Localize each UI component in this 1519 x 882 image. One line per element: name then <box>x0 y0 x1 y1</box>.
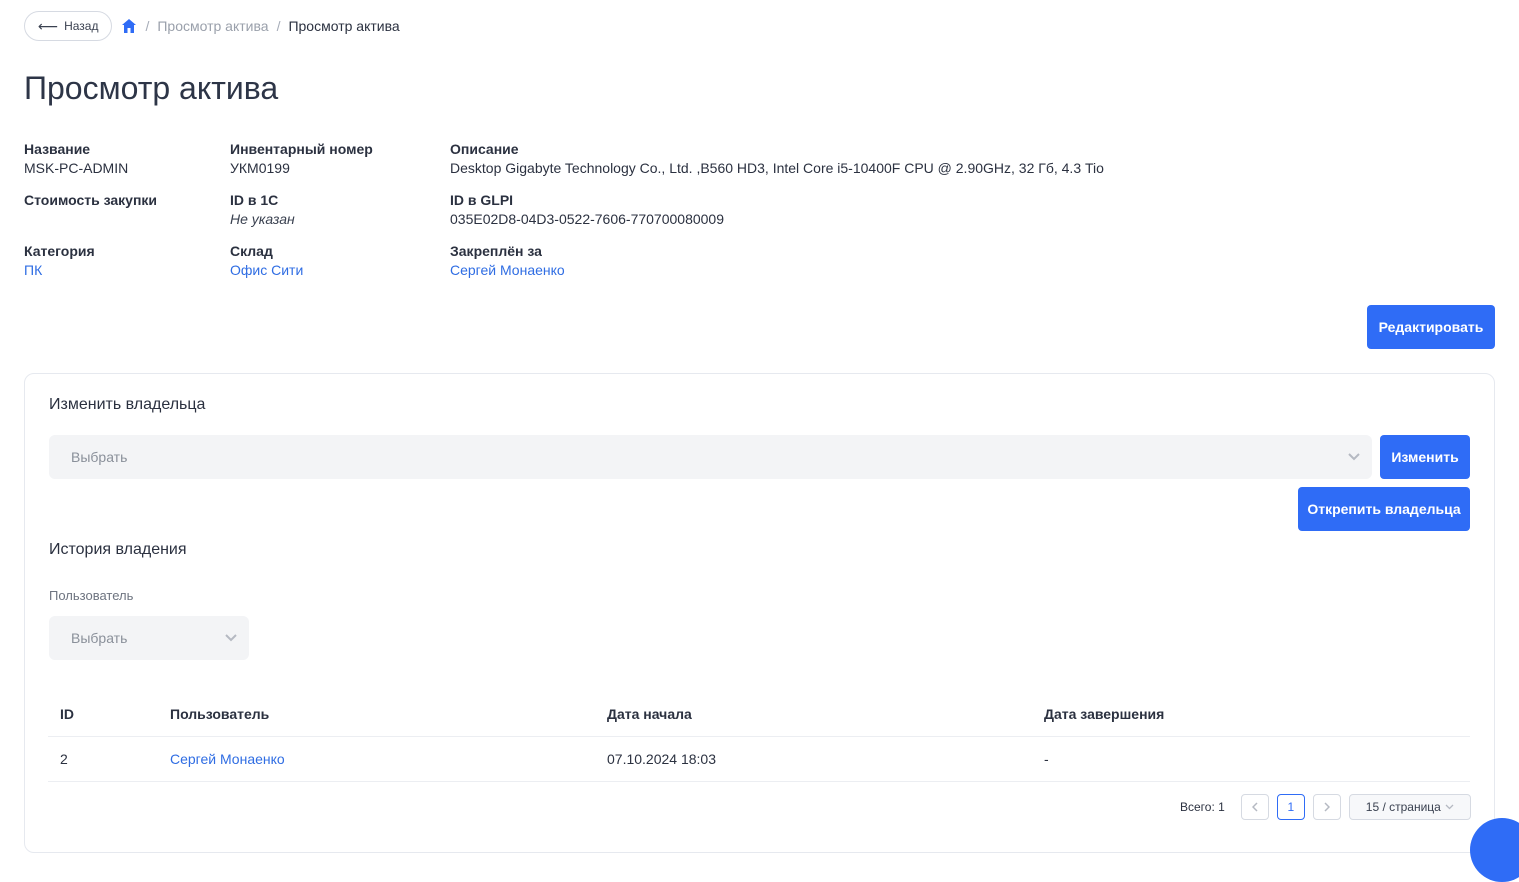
field-cost: Стоимость закупки <box>24 192 157 211</box>
page-button[interactable]: 1 <box>1276 794 1305 820</box>
ownership-history-title: История владения <box>49 541 187 558</box>
prev-page-button[interactable] <box>1240 794 1269 820</box>
field-value: MSK-PC-ADMIN <box>24 160 129 176</box>
change-owner-title: Изменить владельца <box>49 396 206 413</box>
home-icon[interactable] <box>121 18 137 34</box>
assigned-user-link[interactable]: Сергей Монаенко <box>450 262 565 278</box>
field-label: Инвентарный номер <box>230 141 373 157</box>
cell-start-date: 07.10.2024 18:03 <box>595 736 1032 782</box>
field-label: Стоимость закупки <box>24 192 158 208</box>
owner-select-placeholder: Выбрать <box>71 449 128 465</box>
chevron-left-icon <box>1251 802 1258 812</box>
field-value: Desktop Gigabyte Technology Co., Ltd. ,B… <box>450 160 1104 176</box>
floating-action-button[interactable] <box>1470 818 1519 882</box>
warehouse-link[interactable]: Офис Сити <box>230 262 303 278</box>
arrow-left-icon: ⟵ <box>38 18 59 34</box>
field-id-1c: ID в 1С Не указан <box>230 192 295 227</box>
user-filter-label: Пользователь <box>49 588 134 603</box>
column-header-end: Дата завершения <box>1032 692 1470 737</box>
chevron-down-icon <box>1348 453 1360 461</box>
field-assigned: Закреплён за Сергей Монаенко <box>450 243 565 278</box>
user-filter-select[interactable]: Выбрать <box>49 616 249 660</box>
change-owner-button[interactable]: Изменить <box>1380 435 1470 479</box>
category-link[interactable]: ПК <box>24 262 95 278</box>
field-label: ID в GLPI <box>450 192 514 208</box>
page-size-select[interactable]: 15 / страница <box>1348 794 1471 820</box>
table-row: 2 Сергей Монаенко 07.10.2024 18:03 - <box>48 736 1470 782</box>
edit-button[interactable]: Редактировать <box>1367 305 1495 349</box>
back-button-label: Назад <box>64 19 99 33</box>
cell-user-link[interactable]: Сергей Монаенко <box>158 736 595 782</box>
breadcrumb: ⟵ Назад / Просмотр актива / Просмотр акт… <box>24 10 400 42</box>
user-filter-placeholder: Выбрать <box>71 630 128 646</box>
field-label: Категория <box>24 243 95 259</box>
field-label: ID в 1С <box>230 192 279 208</box>
column-header-start: Дата начала <box>595 692 1032 737</box>
field-value: Не указан <box>230 211 295 227</box>
field-value: УКМ0199 <box>230 160 290 176</box>
field-glpi: ID в GLPI 035E02D8-04D3-0522-7606-770700… <box>450 192 724 227</box>
field-name: Название MSK-PC-ADMIN <box>24 141 128 176</box>
breadcrumb-item[interactable]: Просмотр актива <box>157 18 268 34</box>
breadcrumb-current: Просмотр актива <box>288 18 400 34</box>
chevron-right-icon <box>1324 802 1330 812</box>
field-category: Категория ПК <box>24 243 95 278</box>
owner-select[interactable]: Выбрать <box>49 435 1372 479</box>
field-label: Склад <box>230 243 273 259</box>
field-value: 035E02D8-04D3-0522-7606-770700080009 <box>450 211 725 227</box>
field-label: Закреплён за <box>450 243 542 259</box>
field-label: Название <box>24 141 91 157</box>
field-warehouse: Склад Офис Сити <box>230 243 303 278</box>
field-description: Описание Desktop Gigabyte Technology Co.… <box>450 141 1104 176</box>
field-inventory: Инвентарный номер УКМ0199 <box>230 141 373 176</box>
column-header-id: ID <box>48 692 158 737</box>
table-header-row: ID Пользователь Дата начала Дата заверше… <box>48 692 1470 737</box>
ownership-history-table: ID Пользователь Дата начала Дата заверше… <box>48 692 1470 782</box>
next-page-button[interactable] <box>1312 794 1341 820</box>
field-label: Описание <box>450 141 519 157</box>
page-size-label: 15 / страница <box>1365 800 1441 814</box>
total-count: Всего: 1 <box>1180 800 1225 814</box>
chevron-down-icon <box>1445 804 1454 810</box>
back-button[interactable]: ⟵ Назад <box>24 11 113 41</box>
column-header-user: Пользователь <box>158 692 595 737</box>
breadcrumb-separator: / <box>276 18 281 34</box>
cell-end-date: - <box>1032 736 1470 782</box>
breadcrumb-separator: / <box>145 18 150 34</box>
cell-id: 2 <box>48 736 158 782</box>
chevron-down-icon <box>225 634 237 642</box>
unassign-owner-button[interactable]: Открепить владельца <box>1298 487 1470 531</box>
page-title: Просмотр актива <box>24 70 279 106</box>
pagination: Всего: 1 1 15 / страница <box>1180 794 1471 820</box>
